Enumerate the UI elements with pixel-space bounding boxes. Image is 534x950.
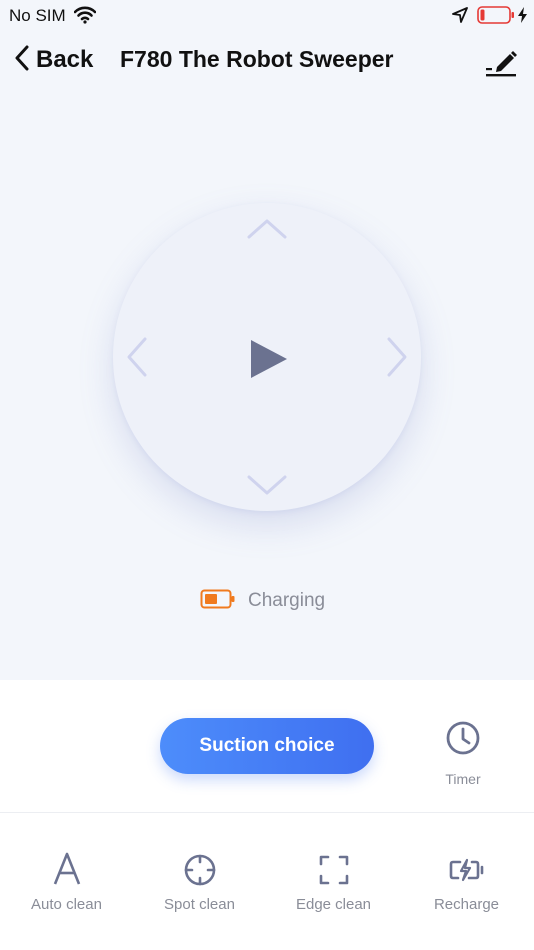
chevron-down-icon: [244, 475, 290, 505]
pencil-icon: [484, 51, 518, 82]
recharge-label: Recharge: [433, 896, 500, 913]
nav-bar: Back F780 The Robot Sweeper: [0, 36, 534, 86]
play-button[interactable]: [243, 334, 293, 384]
recharge-icon: [400, 848, 533, 888]
suction-choice-button[interactable]: Suction choice: [160, 718, 374, 774]
carrier-label: No SIM: [9, 6, 66, 25]
back-button[interactable]: Back: [14, 44, 93, 76]
edge-clean-button[interactable]: Edge clean: [267, 848, 400, 913]
clean-mode-bar: Auto clean Spot clean Edge clean Recharg…: [0, 848, 534, 928]
move-right-button[interactable]: [383, 334, 413, 380]
spot-clean-icon: [133, 848, 266, 888]
timer-label: Timer: [445, 771, 481, 787]
battery-low-icon: [200, 588, 236, 615]
chevron-left-icon: [14, 45, 30, 76]
charging-label: Charging: [248, 590, 326, 611]
edge-clean-icon: [267, 848, 400, 888]
wifi-icon: [73, 6, 97, 29]
auto-clean-button[interactable]: Auto clean: [0, 848, 133, 913]
auto-clean-label: Auto clean: [31, 896, 102, 913]
location-arrow-icon: [452, 7, 468, 28]
edge-clean-label: Edge clean: [295, 896, 372, 913]
move-left-button[interactable]: [121, 334, 151, 380]
chevron-up-icon: [244, 219, 290, 247]
timer-button[interactable]: Timer: [436, 720, 490, 787]
divider: [0, 812, 534, 813]
move-up-button[interactable]: [244, 213, 290, 243]
play-icon: [243, 340, 293, 388]
charging-status: Charging: [200, 588, 325, 614]
clock-icon: [436, 720, 490, 761]
charging-bolt-icon: [517, 6, 528, 29]
chevron-left-icon: [121, 337, 151, 384]
spot-clean-button[interactable]: Spot clean: [133, 848, 266, 913]
recharge-button[interactable]: Recharge: [400, 848, 533, 913]
page-title: F780 The Robot Sweeper: [120, 46, 394, 72]
status-bar: No SIM: [0, 0, 534, 32]
direction-pad: [113, 203, 421, 511]
back-label: Back: [36, 46, 94, 73]
move-down-button[interactable]: [244, 471, 290, 501]
auto-clean-icon: [0, 848, 133, 888]
edit-button[interactable]: [484, 44, 518, 78]
battery-low-icon: [477, 6, 515, 29]
spot-clean-label: Spot clean: [164, 896, 235, 913]
chevron-right-icon: [383, 337, 413, 384]
